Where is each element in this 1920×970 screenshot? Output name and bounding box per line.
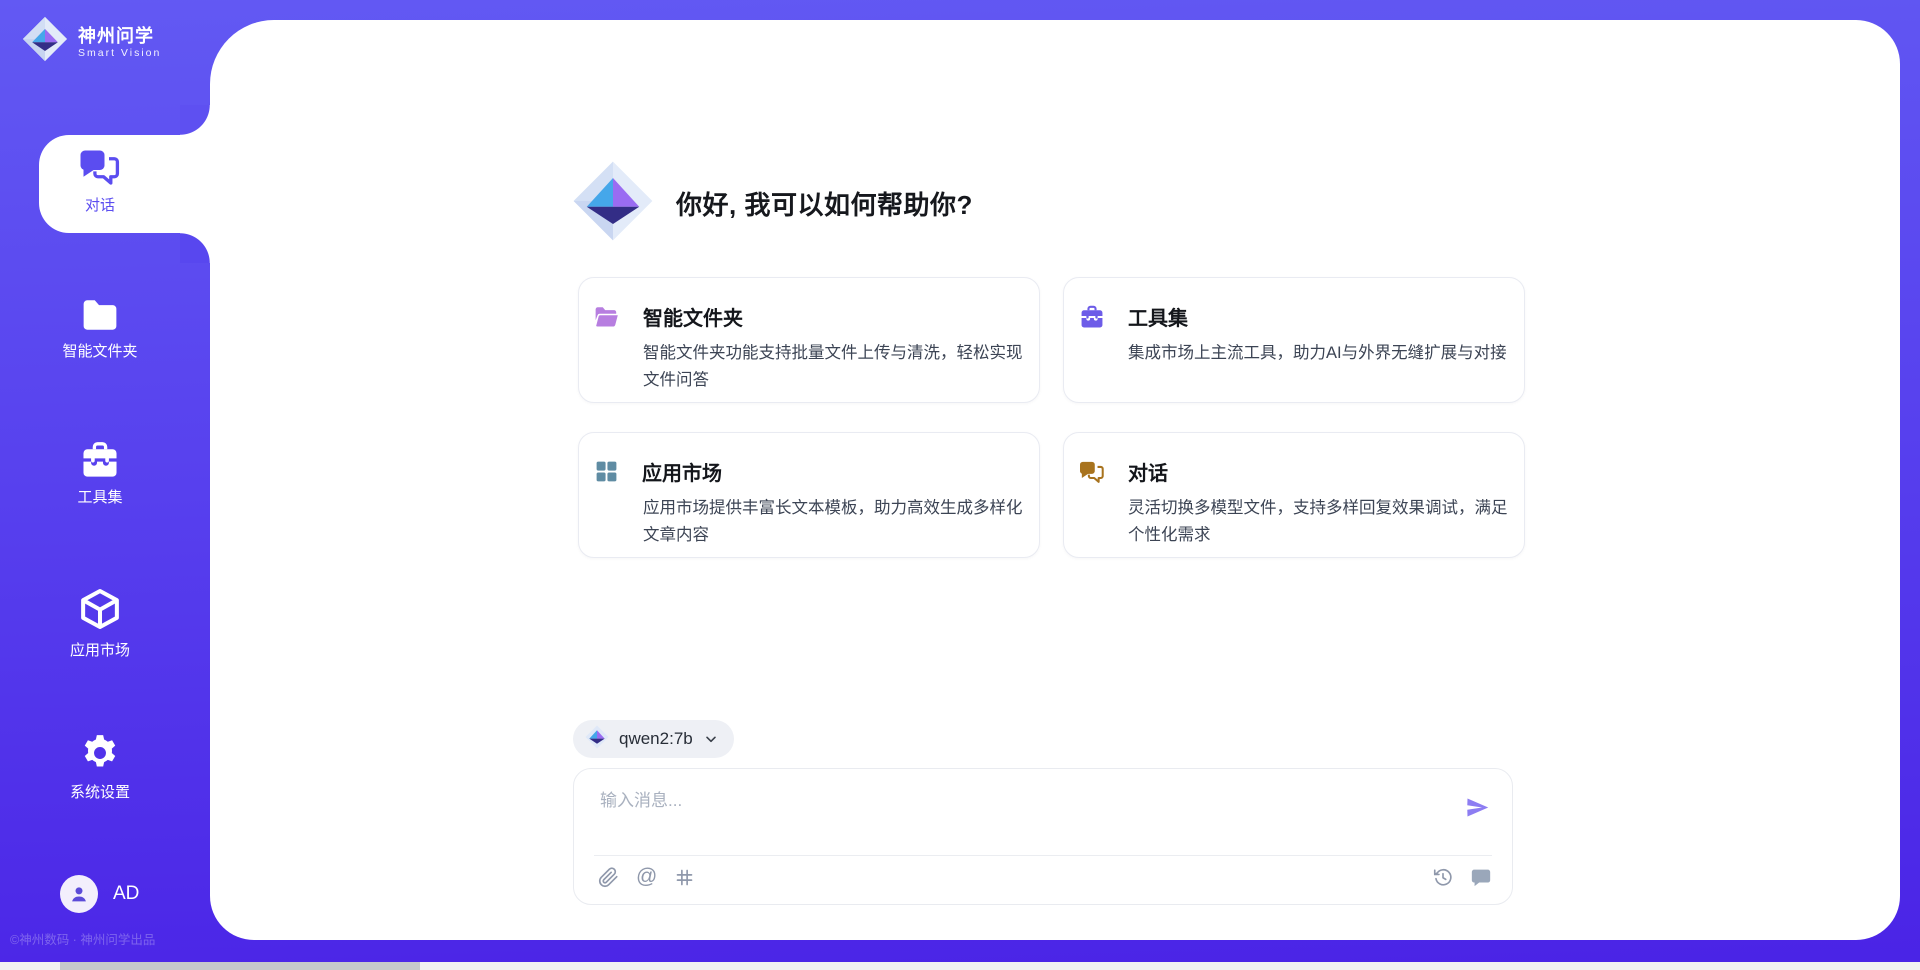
gear-icon (79, 732, 121, 774)
model-name: qwen2:7b (619, 729, 693, 749)
hash-icon[interactable] (674, 867, 695, 888)
model-diamond-icon (585, 725, 609, 754)
sidebar-item-label: 系统设置 (70, 781, 130, 802)
card-title: 工具集 (1128, 302, 1188, 331)
card-description: 应用市场提供丰富长文本模板，助力高效生成多样化文章内容 (643, 495, 1027, 549)
user-initials: AD (113, 883, 139, 905)
sidebar-item-toolset[interactable]: 工具集 (0, 441, 200, 507)
folder-open-icon (594, 306, 620, 328)
mention-icon[interactable]: @ (636, 866, 657, 888)
card-description: 灵活切换多模型文件，支持多样回复效果调试，满足个性化需求 (1128, 495, 1512, 549)
chat-icon (1079, 460, 1105, 484)
active-tab-curve-top (180, 105, 210, 135)
toolbox-icon (1079, 305, 1105, 329)
user-profile[interactable]: AD (60, 875, 139, 913)
history-icon[interactable] (1432, 866, 1454, 888)
app-grid-icon (594, 459, 619, 484)
greeting-diamond-icon (572, 160, 654, 247)
card-app-market[interactable]: 应用市场 应用市场提供丰富长文本模板，助力高效生成多样化文章内容 (578, 432, 1040, 558)
card-title: 对话 (1128, 457, 1168, 486)
sidebar-item-app-market[interactable]: 应用市场 (0, 586, 200, 660)
sidebar-item-settings[interactable]: 系统设置 (0, 732, 200, 802)
greeting-block: 你好, 我可以如何帮助你? (572, 160, 973, 247)
card-description: 智能文件夹功能支持批量文件上传与清洗，轻松实现文件问答 (643, 340, 1027, 394)
brand-logo[interactable]: 神州问学 Smart Vision (22, 16, 161, 67)
card-chat[interactable]: 对话 灵活切换多模型文件，支持多样回复效果调试，满足个性化需求 (1063, 432, 1525, 558)
model-selector[interactable]: qwen2:7b (573, 720, 734, 758)
sidebar-item-label: 智能文件夹 (62, 340, 137, 361)
sidebar-item-label: 对话 (85, 194, 115, 215)
card-description: 集成市场上主流工具，助力AI与外界无缝扩展与对接 (1128, 340, 1512, 367)
card-toolset[interactable]: 工具集 集成市场上主流工具，助力AI与外界无缝扩展与对接 (1063, 277, 1525, 403)
chevron-down-icon (703, 731, 719, 747)
sidebar: 神州问学 Smart Vision 对话 智能文件夹 (0, 0, 210, 970)
horizontal-scrollbar-track[interactable] (0, 962, 1920, 970)
sidebar-item-label: 工具集 (77, 486, 122, 507)
sidebar-item-chat[interactable]: 对话 (0, 147, 200, 215)
attachment-icon[interactable] (598, 867, 619, 888)
avatar (60, 875, 98, 913)
folder-icon (80, 297, 120, 333)
sidebar-item-smart-folder[interactable]: 智能文件夹 (0, 297, 200, 361)
brand-subtitle: Smart Vision (78, 47, 161, 59)
toolbox-icon (80, 441, 120, 479)
chat-icon (79, 147, 121, 187)
sidebar-item-label: 应用市场 (70, 639, 130, 660)
message-input[interactable] (600, 783, 1200, 819)
send-icon[interactable] (1465, 795, 1490, 820)
card-title: 智能文件夹 (643, 302, 743, 331)
greeting-title: 你好, 我可以如何帮助你? (676, 185, 973, 222)
card-smart-folder[interactable]: 智能文件夹 智能文件夹功能支持批量文件上传与清洗，轻松实现文件问答 (578, 277, 1040, 403)
app-root: 神州问学 Smart Vision 对话 智能文件夹 (0, 0, 1920, 970)
card-title: 应用市场 (642, 457, 722, 486)
message-composer: @ (573, 768, 1513, 905)
main-panel: 你好, 我可以如何帮助你? 智能文件夹 智能文件夹功能支持批量文件上传与清洗，轻… (210, 20, 1900, 940)
brand-diamond-icon (22, 16, 68, 67)
composer-divider (594, 855, 1492, 856)
copyright-text: ©神州数码 · 神州问学出品 (10, 929, 210, 948)
horizontal-scrollbar-thumb[interactable] (60, 962, 420, 970)
feature-cards: 智能文件夹 智能文件夹功能支持批量文件上传与清洗，轻松实现文件问答 工具集 集 (578, 277, 1525, 558)
active-tab-curve-bottom (180, 233, 210, 263)
feedback-chat-icon[interactable] (1470, 866, 1492, 888)
cube-icon (77, 586, 123, 632)
brand-name: 神州问学 (78, 25, 161, 47)
